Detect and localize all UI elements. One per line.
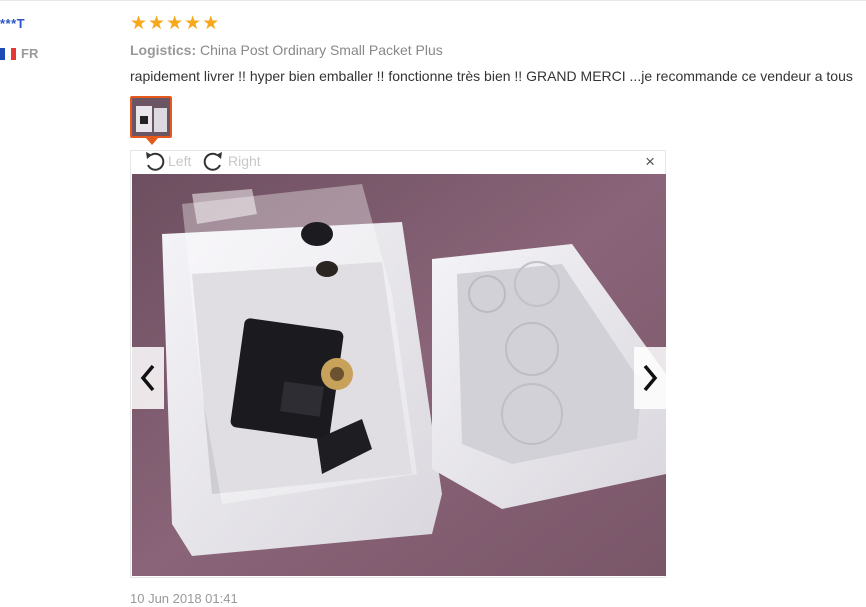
rotate-left-label: Left — [168, 153, 192, 169]
buyer-country: FR — [0, 46, 38, 61]
rotate-left-icon — [146, 152, 165, 171]
country-code: FR — [21, 46, 39, 61]
chevron-right-icon — [643, 364, 658, 392]
rotate-left-button[interactable]: Left — [143, 151, 191, 171]
rotate-right-label: Right — [228, 153, 261, 169]
star-icon: ★ — [184, 13, 202, 34]
review-photo — [132, 174, 666, 576]
star-icon: ★ — [202, 13, 220, 34]
star-icon: ★ — [166, 13, 184, 34]
rotate-right-button[interactable]: Right — [203, 151, 261, 171]
star-icon: ★ — [148, 13, 166, 34]
logistics-value: China Post Ordinary Small Packet Plus — [200, 42, 443, 58]
close-icon[interactable]: × — [645, 153, 655, 170]
viewer-toolbar: Left Right × — [131, 151, 665, 173]
rotate-right-icon — [203, 152, 222, 171]
review-date: 10 Jun 2018 01:41 — [130, 591, 238, 606]
chevron-left-icon — [140, 364, 155, 392]
buyer-name: ***T — [0, 16, 26, 31]
previous-photo-button[interactable] — [132, 347, 164, 409]
logistics-label: Logistics: — [130, 42, 197, 58]
star-rating: ★ ★ ★ ★ ★ — [130, 14, 219, 34]
review-text: rapidement livrer !! hyper bien emballer… — [130, 68, 853, 84]
logistics-info: Logistics: China Post Ordinary Small Pac… — [130, 42, 443, 58]
next-photo-button[interactable] — [634, 347, 666, 409]
thumbnail-pointer — [146, 138, 158, 145]
photo-viewer: Left Right × — [130, 150, 666, 578]
flag-icon — [0, 47, 16, 60]
top-divider — [0, 0, 866, 1]
photo-thumbnail[interactable] — [130, 96, 172, 138]
star-icon: ★ — [130, 13, 148, 34]
